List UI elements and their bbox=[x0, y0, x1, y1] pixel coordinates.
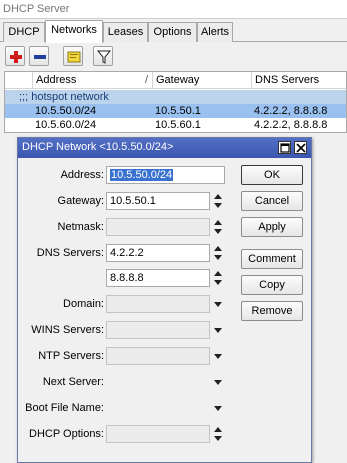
table-group-row[interactable]: ;;; hotspot network bbox=[5, 90, 346, 104]
column-header-flag[interactable] bbox=[5, 72, 33, 89]
wins-servers-label: WINS Servers: bbox=[31, 324, 104, 336]
tab-bar: DHCP Networks Leases Options Alerts bbox=[0, 20, 347, 43]
maximize-button[interactable] bbox=[278, 141, 291, 154]
tab-options[interactable]: Options bbox=[148, 22, 197, 42]
copy-button[interactable]: Copy bbox=[241, 275, 303, 295]
next-server-dropdown-icon[interactable] bbox=[213, 373, 223, 391]
wins-servers-input[interactable] bbox=[106, 321, 210, 339]
comment-button[interactable]: Comment bbox=[241, 249, 303, 269]
minus-icon bbox=[34, 55, 46, 59]
ok-button[interactable]: OK bbox=[241, 165, 303, 185]
cell-dns: 4.2.2.2, 8.8.8.8 bbox=[254, 105, 328, 117]
column-header-dns-servers[interactable]: DNS Servers bbox=[252, 72, 346, 89]
table-header: Address / Gateway DNS Servers bbox=[5, 72, 346, 89]
gateway-label: Gateway: bbox=[57, 195, 104, 207]
dhcp-options-label: DHCP Options: bbox=[29, 428, 104, 440]
cell-address: 10.5.60.0/24 bbox=[35, 119, 97, 131]
gateway-input[interactable]: 10.5.50.1 bbox=[106, 192, 210, 210]
ntp-servers-label: NTP Servers: bbox=[38, 350, 104, 362]
filter-button[interactable] bbox=[93, 46, 113, 66]
dns-servers-label: DNS Servers: bbox=[36, 247, 104, 259]
dns-server-1-updown-icon[interactable] bbox=[213, 244, 223, 262]
gateway-updown-icon[interactable] bbox=[213, 192, 223, 210]
sort-icon: / bbox=[144, 74, 148, 86]
boot-file-name-label: Boot File Name: bbox=[25, 402, 104, 414]
column-header-address[interactable]: Address / bbox=[33, 72, 153, 89]
tab-dhcp[interactable]: DHCP bbox=[3, 22, 45, 42]
cancel-button[interactable]: Cancel bbox=[241, 191, 303, 211]
close-icon bbox=[296, 143, 306, 153]
dialog-title-bar[interactable]: DHCP Network <10.5.50.0/24> bbox=[18, 138, 311, 158]
domain-label: Domain: bbox=[63, 298, 104, 310]
netmask-input[interactable] bbox=[106, 218, 210, 236]
dhcp-options-input[interactable] bbox=[106, 425, 210, 443]
comment-icon bbox=[67, 51, 81, 63]
tab-leases[interactable]: Leases bbox=[103, 22, 148, 42]
plus-icon bbox=[10, 51, 22, 63]
address-input[interactable]: 10.5.50.0/24 bbox=[106, 166, 225, 184]
netmask-label: Netmask: bbox=[57, 221, 104, 233]
address-value: 10.5.50.0/24 bbox=[110, 169, 174, 181]
gateway-value: 10.5.50.1 bbox=[110, 195, 156, 207]
remove-button[interactable]: Remove bbox=[241, 301, 303, 321]
column-header-dns-label: DNS Servers bbox=[255, 74, 320, 86]
column-header-address-label: Address bbox=[36, 74, 77, 86]
netmask-updown-icon[interactable] bbox=[213, 218, 223, 236]
tab-networks[interactable]: Networks bbox=[45, 20, 103, 43]
dns-server-2-input[interactable]: 8.8.8.8 bbox=[106, 269, 210, 287]
apply-button[interactable]: Apply bbox=[241, 217, 303, 237]
ntp-servers-dropdown-icon[interactable] bbox=[213, 347, 223, 365]
table-row[interactable]: 10.5.50.0/24 10.5.50.1 4.2.2.2, 8.8.8.8 bbox=[5, 104, 346, 118]
window-title: DHCP Server bbox=[0, 0, 347, 19]
wins-servers-dropdown-icon[interactable] bbox=[213, 321, 223, 339]
boot-file-name-dropdown-icon[interactable] bbox=[213, 399, 223, 417]
dns-server-2-value: 8.8.8.8 bbox=[110, 272, 144, 284]
dhcp-options-updown-icon[interactable] bbox=[213, 425, 223, 443]
cell-dns: 4.2.2.2, 8.8.8.8 bbox=[254, 119, 328, 131]
filter-icon bbox=[96, 50, 112, 64]
remove-button[interactable] bbox=[29, 46, 49, 66]
maximize-icon bbox=[280, 143, 290, 153]
cell-gateway: 10.5.60.1 bbox=[155, 119, 201, 131]
dns-server-1-input[interactable]: 4.2.2.2 bbox=[106, 244, 210, 262]
networks-table: Address / Gateway DNS Servers ;;; hotspo… bbox=[4, 71, 347, 133]
dialog-title: DHCP Network <10.5.50.0/24> bbox=[22, 141, 174, 153]
ntp-servers-input[interactable] bbox=[106, 347, 210, 365]
cell-gateway: 10.5.50.1 bbox=[155, 105, 201, 117]
comment-button[interactable] bbox=[63, 46, 83, 66]
cell-address: 10.5.50.0/24 bbox=[35, 105, 97, 117]
dns-server-2-updown-icon[interactable] bbox=[213, 269, 223, 287]
next-server-label: Next Server: bbox=[42, 376, 104, 388]
domain-dropdown-icon[interactable] bbox=[213, 295, 223, 313]
window-title-text: DHCP Server bbox=[3, 3, 70, 15]
column-header-gateway[interactable]: Gateway bbox=[153, 72, 252, 89]
table-row[interactable]: 10.5.60.0/24 10.5.60.1 4.2.2.2, 8.8.8.8 bbox=[5, 118, 346, 132]
dhcp-network-dialog: DHCP Network <10.5.50.0/24> Address: Gat… bbox=[17, 137, 312, 463]
column-header-gateway-label: Gateway bbox=[156, 74, 200, 86]
address-label: Address: bbox=[60, 169, 104, 181]
domain-input[interactable] bbox=[106, 295, 210, 313]
dns-server-1-value: 4.2.2.2 bbox=[110, 247, 144, 259]
add-button[interactable] bbox=[5, 46, 25, 66]
tab-alerts[interactable]: Alerts bbox=[197, 22, 233, 42]
toolbar bbox=[0, 43, 347, 70]
group-comment: ;;; hotspot network bbox=[19, 91, 109, 103]
close-button[interactable] bbox=[294, 141, 307, 154]
